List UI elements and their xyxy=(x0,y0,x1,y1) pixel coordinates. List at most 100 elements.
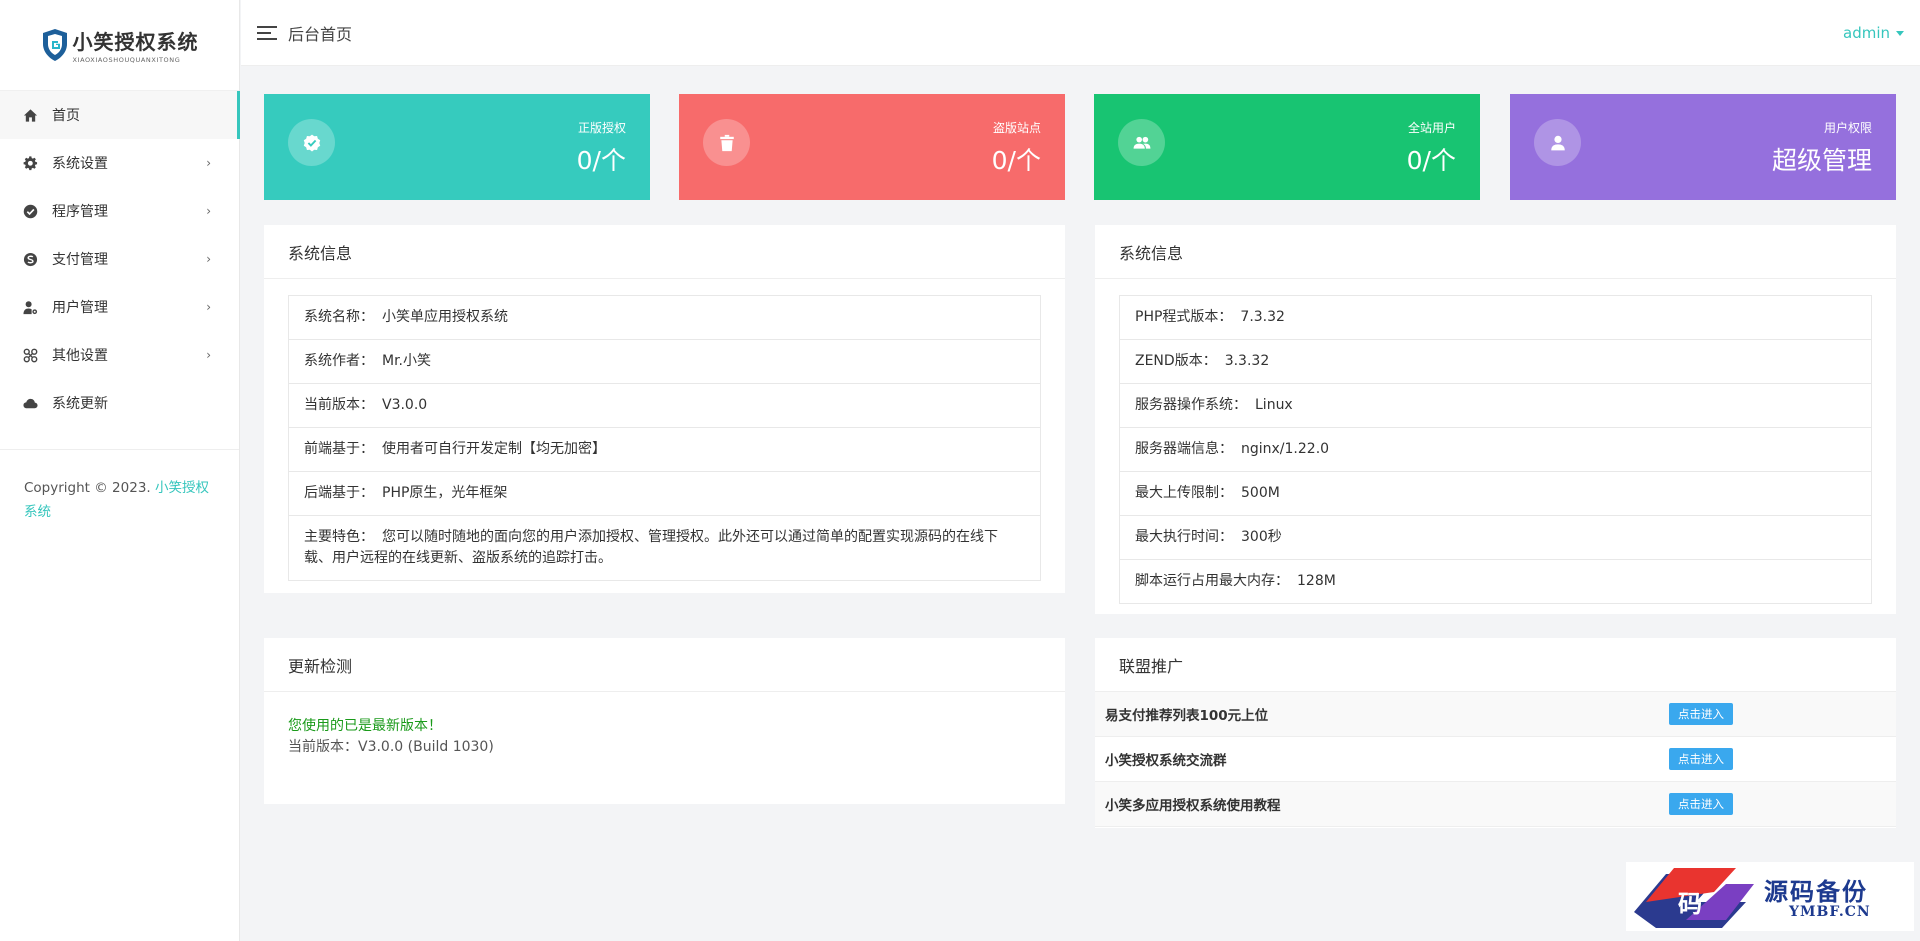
sidebar-item-payment-management[interactable]: 支付管理 › xyxy=(0,235,239,283)
logo-wrap: 小笑授权系统 XIAOXIAOSHOUQUANXITONG xyxy=(41,26,199,64)
info-value: PHP原生，光年框架 xyxy=(382,485,508,501)
sidebar-item-label: 系统更新 xyxy=(52,396,108,412)
stat-card-pirated: 盗版站点 0/个 xyxy=(679,94,1065,200)
chevron-right-icon: › xyxy=(206,252,211,266)
trash-icon xyxy=(703,119,750,166)
info-key: PHP程式版本： xyxy=(1135,309,1233,325)
info-row: 系统作者： Mr.小笑 xyxy=(289,340,1040,384)
sidebar-item-program-management[interactable]: 程序管理 › xyxy=(0,187,239,235)
info-key: 最大上传限制： xyxy=(1135,485,1233,501)
alliance-name: 小笑授权系统交流群 xyxy=(1105,753,1227,769)
info-row: 后端基于： PHP原生，光年框架 xyxy=(289,472,1040,516)
info-key: 最大执行时间： xyxy=(1135,529,1233,545)
sidebar-item-label: 首页 xyxy=(52,108,80,124)
skype-icon xyxy=(22,251,38,267)
info-row: 服务器端信息： nginx/1.22.0 xyxy=(1120,428,1871,472)
info-key: 后端基于： xyxy=(304,485,374,501)
info-key: 服务器端信息： xyxy=(1135,441,1233,457)
info-value: 128M xyxy=(1297,573,1336,589)
info-row: ZEND版本： 3.3.32 xyxy=(1120,340,1871,384)
copyright: Copyright © 2023. 小笑授权系统 xyxy=(0,450,239,524)
page-title: 后台首页 xyxy=(288,24,353,44)
user-icon xyxy=(1534,119,1581,166)
info-value: nginx/1.22.0 xyxy=(1241,441,1330,457)
info-row: 系统名称： 小笑单应用授权系统 xyxy=(289,296,1040,340)
users-icon xyxy=(1118,119,1165,166)
home-icon xyxy=(22,107,38,123)
sidebar-item-label: 支付管理 xyxy=(52,252,108,268)
chevron-right-icon: › xyxy=(206,300,211,314)
alliance-list: 易支付推荐列表100元上位 点击进入 小笑授权系统交流群 点击进入 小笑多应用授… xyxy=(1095,692,1896,827)
stat-label: 全站用户 xyxy=(1407,121,1456,135)
watermark-emblem-icon: 码 xyxy=(1634,868,1754,928)
sidebar-item-other-settings[interactable]: 其他设置 › xyxy=(0,331,239,379)
logo[interactable]: 小笑授权系统 XIAOXIAOSHOUQUANXITONG xyxy=(0,0,239,91)
sidebar-item-label: 程序管理 xyxy=(52,204,108,220)
update-body: 您使用的已是最新版本！ 当前版本：V3.0.0 (Build 1030) xyxy=(264,692,1065,758)
user-gear-icon xyxy=(22,299,38,315)
panel-title: 系统信息 xyxy=(264,225,1065,279)
info-value: 小笑单应用授权系统 xyxy=(382,309,508,325)
info-value: V3.0.0 xyxy=(382,397,428,413)
menu-toggle-icon[interactable] xyxy=(257,25,277,40)
stat-label: 正版授权 xyxy=(577,121,626,135)
info-key: 主要特色： xyxy=(304,529,374,545)
info-value: 3.3.32 xyxy=(1224,353,1270,369)
sidebar-item-system-settings[interactable]: 系统设置 › xyxy=(0,139,239,187)
chevron-right-icon: › xyxy=(206,348,211,362)
info-key: 服务器操作系统： xyxy=(1135,397,1247,413)
info-value: 您可以随时随地的面向您的用户添加授权、管理授权。此外还可以通过简单的配置实现源码… xyxy=(304,529,998,566)
info-key: 脚本运行占用最大内存： xyxy=(1135,573,1289,589)
info-key: ZEND版本： xyxy=(1135,353,1217,369)
stat-card-permission: 用户权限 超级管理 xyxy=(1510,94,1896,200)
alliance-row: 易支付推荐列表100元上位 点击进入 xyxy=(1095,692,1896,737)
stat-value: 超级管理 xyxy=(1771,146,1872,175)
sidebar-item-label: 系统设置 xyxy=(52,156,108,172)
caret-down-icon xyxy=(1896,30,1904,36)
sidebar-item-label: 其他设置 xyxy=(52,348,108,364)
gear-icon xyxy=(22,155,38,171)
cloud-icon xyxy=(22,395,38,411)
stat-value: 0/个 xyxy=(576,146,626,175)
enter-button[interactable]: 点击进入 xyxy=(1669,793,1733,815)
sidebar-item-label: 用户管理 xyxy=(52,300,108,316)
check-badge-icon xyxy=(288,119,335,166)
info-value: Linux xyxy=(1255,397,1293,413)
watermark-title: 源码备份 xyxy=(1764,877,1868,906)
info-value: 7.3.32 xyxy=(1240,309,1285,325)
panel-title: 更新检测 xyxy=(264,638,1065,692)
stat-value: 0/个 xyxy=(1406,146,1456,175)
enter-button[interactable]: 点击进入 xyxy=(1669,703,1733,725)
alliance-name: 易支付推荐列表100元上位 xyxy=(1105,708,1269,724)
info-row: PHP程式版本： 7.3.32 xyxy=(1120,296,1871,340)
info-key: 前端基于： xyxy=(304,441,374,457)
info-value: 500M xyxy=(1241,485,1280,501)
chevron-right-icon: › xyxy=(206,156,211,170)
panel-title: 联盟推广 xyxy=(1095,638,1896,692)
chevron-right-icon: › xyxy=(206,204,211,218)
panel-title: 系统信息 xyxy=(1095,225,1896,279)
server-info-panel: 系统信息 PHP程式版本： 7.3.32 ZEND版本： 3.3.32 服务器操作系… xyxy=(1095,225,1896,614)
stat-label: 盗版站点 xyxy=(992,121,1041,135)
current-version: 当前版本：V3.0.0 (Build 1030) xyxy=(288,739,494,755)
alliance-panel: 联盟推广 易支付推荐列表100元上位 点击进入 小笑授权系统交流群 点击进入 小… xyxy=(1095,638,1896,828)
sidebar-item-system-update[interactable]: 系统更新 xyxy=(0,379,239,427)
user-name: admin xyxy=(1843,24,1890,42)
info-row: 脚本运行占用最大内存： 128M xyxy=(1120,560,1871,603)
info-key: 系统名称： xyxy=(304,309,374,325)
system-info-panel: 系统信息 系统名称： 小笑单应用授权系统 系统作者： Mr.小笑 当前版本： V3.0… xyxy=(264,225,1065,593)
info-value: Mr.小笑 xyxy=(382,353,431,369)
stat-card-users: 全站用户 0/个 xyxy=(1094,94,1480,200)
sidebar-item-home[interactable]: 首页 xyxy=(0,91,240,139)
info-row: 当前版本： V3.0.0 xyxy=(289,384,1040,428)
logo-text: 小笑授权系统 XIAOXIAOSHOUQUANXITONG xyxy=(73,26,199,64)
verified-badge-icon xyxy=(22,203,38,219)
alliance-row: 小笑多应用授权系统使用教程 点击进入 xyxy=(1095,782,1896,827)
enter-button[interactable]: 点击进入 xyxy=(1669,748,1733,770)
connections-icon xyxy=(22,347,38,363)
info-row: 服务器操作系统： Linux xyxy=(1120,384,1871,428)
user-menu[interactable]: admin xyxy=(1843,24,1904,42)
sidebar-item-user-management[interactable]: 用户管理 › xyxy=(0,283,239,331)
watermark-logo: 码 源码备份 YMBF.CN xyxy=(1626,862,1914,931)
stat-card-licensed: 正版授权 0/个 xyxy=(264,94,650,200)
